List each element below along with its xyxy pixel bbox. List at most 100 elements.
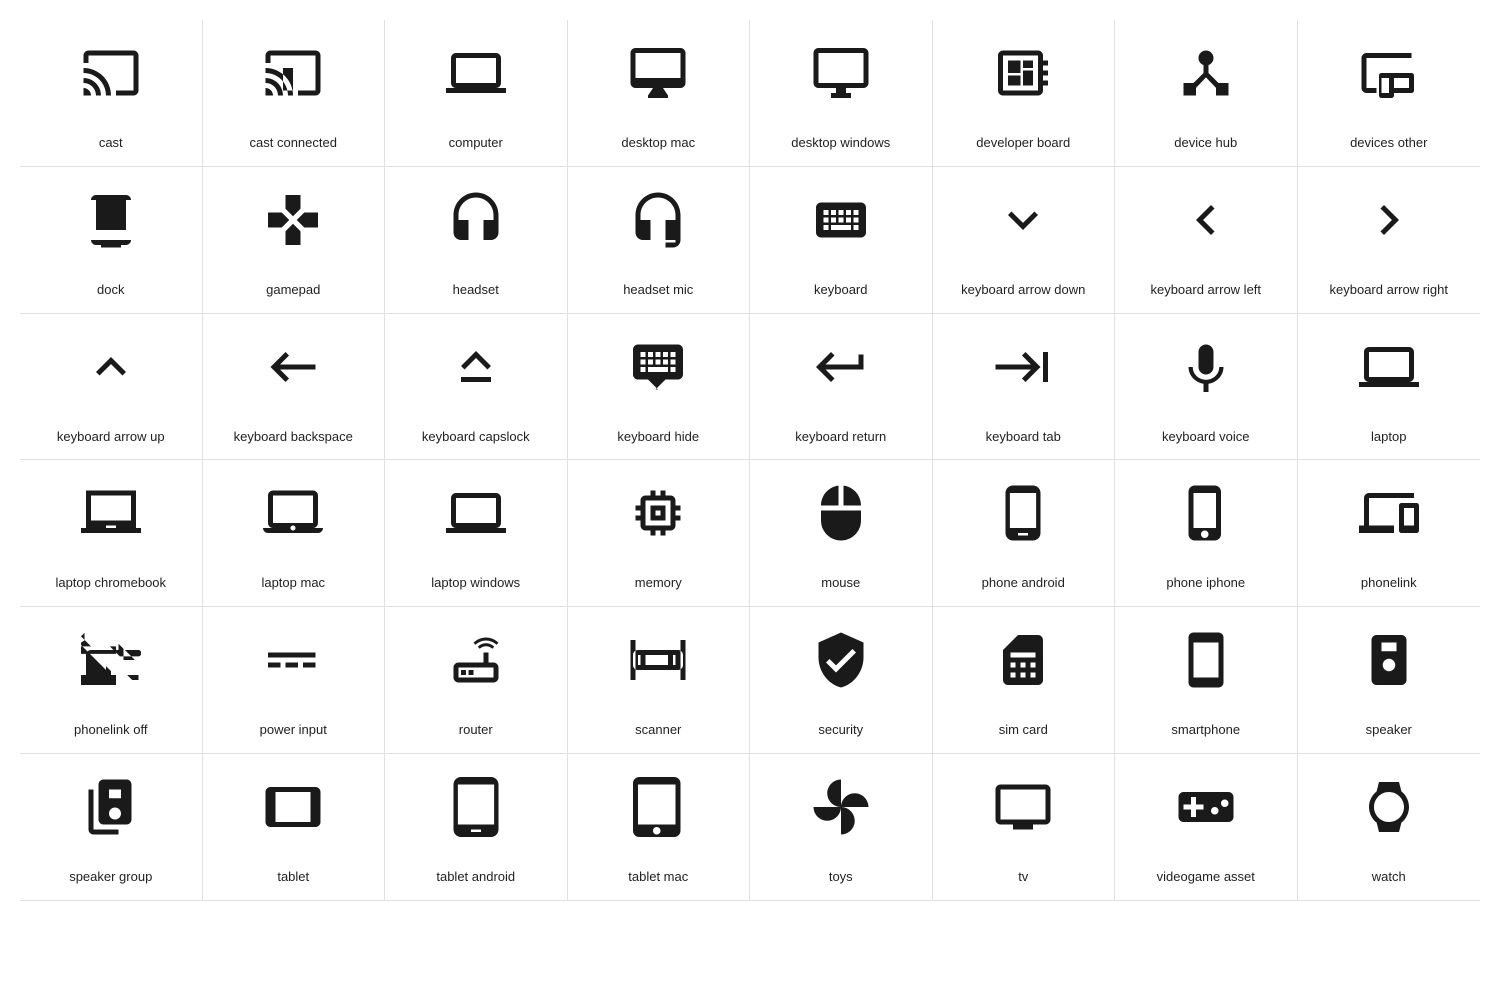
tablet-mac-label: tablet mac	[628, 852, 688, 886]
headset-icon	[441, 185, 511, 255]
phonelink-label: phonelink	[1361, 558, 1417, 592]
keyboard-arrow-left-label: keyboard arrow left	[1150, 265, 1261, 299]
icon-cell-laptop: laptop	[1298, 314, 1481, 461]
computer-icon	[441, 38, 511, 108]
smartphone-label: smartphone	[1171, 705, 1240, 739]
watch-label: watch	[1372, 852, 1406, 886]
phonelink-off-icon	[76, 625, 146, 695]
security-icon	[806, 625, 876, 695]
phone-android-icon	[988, 478, 1058, 548]
icon-cell-developer-board: developer board	[933, 20, 1116, 167]
keyboard-arrow-left-icon	[1171, 185, 1241, 255]
toys-label: toys	[829, 852, 853, 886]
mouse-label: mouse	[821, 558, 860, 592]
icon-cell-memory: memory	[568, 460, 751, 607]
icon-cell-desktop-mac: desktop mac	[568, 20, 751, 167]
device-hub-icon	[1171, 38, 1241, 108]
icon-cell-tablet: tablet	[203, 754, 386, 901]
phonelink-off-label: phonelink off	[74, 705, 148, 739]
security-label: security	[818, 705, 863, 739]
device-hub-label: device hub	[1174, 118, 1237, 152]
icon-cell-phonelink: phonelink	[1298, 460, 1481, 607]
icon-cell-power-input: power input	[203, 607, 386, 754]
speaker-group-icon	[76, 772, 146, 842]
gamepad-icon	[258, 185, 328, 255]
keyboard-arrow-down-label: keyboard arrow down	[961, 265, 1085, 299]
memory-label: memory	[635, 558, 682, 592]
laptop-mac-label: laptop mac	[261, 558, 325, 592]
icon-cell-router: router	[385, 607, 568, 754]
tablet-mac-icon	[623, 772, 693, 842]
keyboard-hide-icon	[623, 332, 693, 402]
cast-icon	[76, 38, 146, 108]
laptop-label: laptop	[1371, 412, 1406, 446]
keyboard-backspace-icon	[258, 332, 328, 402]
icon-cell-laptop-mac: laptop mac	[203, 460, 386, 607]
phone-iphone-icon	[1171, 478, 1241, 548]
icon-cell-phone-iphone: phone iphone	[1115, 460, 1298, 607]
headset-label: headset	[453, 265, 499, 299]
keyboard-label: keyboard	[814, 265, 867, 299]
keyboard-return-icon	[806, 332, 876, 402]
keyboard-arrow-down-icon	[988, 185, 1058, 255]
scanner-label: scanner	[635, 705, 681, 739]
speaker-icon	[1354, 625, 1424, 695]
icon-cell-tablet-android: tablet android	[385, 754, 568, 901]
icon-cell-videogame-asset: videogame asset	[1115, 754, 1298, 901]
sim-card-label: sim card	[999, 705, 1048, 739]
icon-cell-laptop-windows: laptop windows	[385, 460, 568, 607]
keyboard-voice-icon	[1171, 332, 1241, 402]
icon-cell-mouse: mouse	[750, 460, 933, 607]
router-label: router	[459, 705, 493, 739]
icon-cell-computer: computer	[385, 20, 568, 167]
keyboard-icon	[806, 185, 876, 255]
headset-mic-label: headset mic	[623, 265, 693, 299]
desktop-windows-icon	[806, 38, 876, 108]
tablet-icon	[258, 772, 328, 842]
desktop-mac-label: desktop mac	[621, 118, 695, 152]
computer-label: computer	[449, 118, 503, 152]
devices-other-icon	[1354, 38, 1424, 108]
developer-board-label: developer board	[976, 118, 1070, 152]
sim-card-icon	[988, 625, 1058, 695]
desktop-mac-icon	[623, 38, 693, 108]
dock-label: dock	[97, 265, 124, 299]
icon-cell-cast: cast	[20, 20, 203, 167]
icon-cell-gamepad: gamepad	[203, 167, 386, 314]
devices-other-label: devices other	[1350, 118, 1427, 152]
phone-iphone-label: phone iphone	[1166, 558, 1245, 592]
keyboard-arrow-right-label: keyboard arrow right	[1330, 265, 1449, 299]
icon-cell-device-hub: device hub	[1115, 20, 1298, 167]
icon-cell-smartphone: smartphone	[1115, 607, 1298, 754]
developer-board-icon	[988, 38, 1058, 108]
tv-label: tv	[1018, 852, 1028, 886]
power-input-icon	[258, 625, 328, 695]
keyboard-return-label: keyboard return	[795, 412, 886, 446]
icon-cell-phone-android: phone android	[933, 460, 1116, 607]
dock-icon	[76, 185, 146, 255]
desktop-windows-label: desktop windows	[791, 118, 890, 152]
videogame-asset-label: videogame asset	[1157, 852, 1255, 886]
icon-cell-cast-connected: cast connected	[203, 20, 386, 167]
power-input-label: power input	[260, 705, 327, 739]
icon-cell-keyboard-arrow-right: keyboard arrow right	[1298, 167, 1481, 314]
smartphone-icon	[1171, 625, 1241, 695]
videogame-asset-icon	[1171, 772, 1241, 842]
icon-cell-security: security	[750, 607, 933, 754]
icon-cell-scanner: scanner	[568, 607, 751, 754]
icon-cell-tablet-mac: tablet mac	[568, 754, 751, 901]
cast-connected-icon	[258, 38, 328, 108]
keyboard-tab-icon	[988, 332, 1058, 402]
icon-cell-tv: tv	[933, 754, 1116, 901]
keyboard-capslock-label: keyboard capslock	[422, 412, 530, 446]
icon-cell-speaker-group: speaker group	[20, 754, 203, 901]
icon-cell-keyboard-voice: keyboard voice	[1115, 314, 1298, 461]
laptop-windows-icon	[441, 478, 511, 548]
memory-icon	[623, 478, 693, 548]
icon-cell-keyboard-return: keyboard return	[750, 314, 933, 461]
tablet-android-icon	[441, 772, 511, 842]
laptop-windows-label: laptop windows	[431, 558, 520, 592]
phone-android-label: phone android	[982, 558, 1065, 592]
icon-cell-desktop-windows: desktop windows	[750, 20, 933, 167]
icon-cell-speaker: speaker	[1298, 607, 1481, 754]
